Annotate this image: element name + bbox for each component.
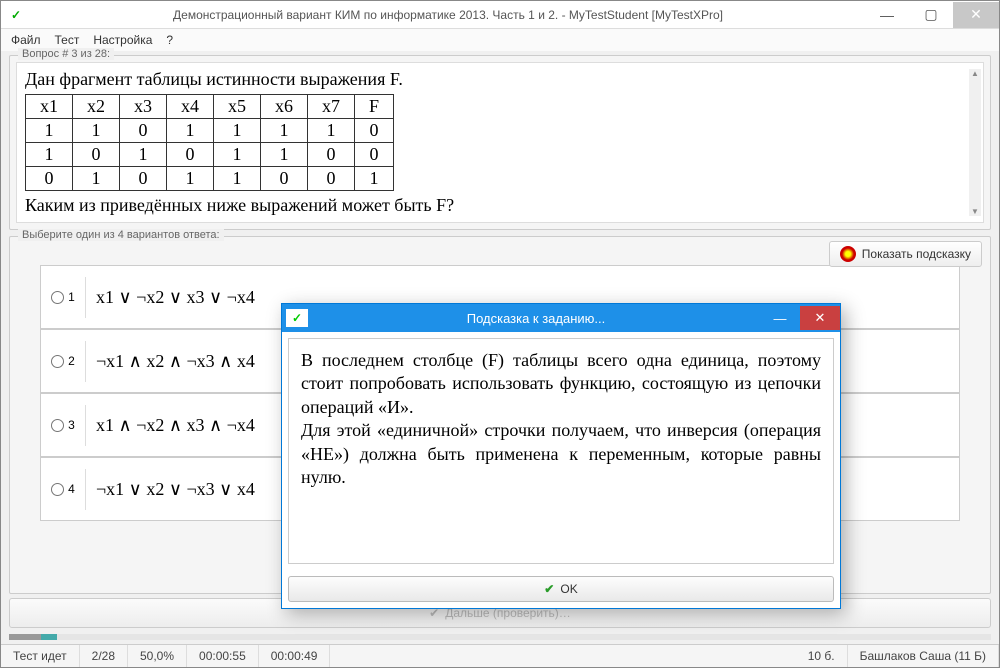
table-cell: 1 xyxy=(120,143,167,167)
answer-radio-cell: 2 xyxy=(41,354,85,368)
minimize-button[interactable]: — xyxy=(865,2,909,28)
table-cell: 1 xyxy=(26,119,73,143)
table-cell: 1 xyxy=(167,119,214,143)
hint-label: Показать подсказку xyxy=(862,247,971,261)
question-content: Дан фрагмент таблицы истинности выражени… xyxy=(16,62,984,223)
hint-dialog: ✓ Подсказка к заданию... — ✕ В последнем… xyxy=(281,303,841,609)
titlebar: ✓ Демонстрационный вариант КИМ по информ… xyxy=(1,1,999,29)
table-row: 10101100 xyxy=(26,143,394,167)
table-cell: 0 xyxy=(261,167,308,191)
menu-test[interactable]: Тест xyxy=(55,33,80,47)
table-cell: 1 xyxy=(308,119,355,143)
answer-radio[interactable] xyxy=(51,419,64,432)
question-outro: Каким из приведённых ниже выражений може… xyxy=(25,195,975,216)
dialog-title: Подсказка к заданию... xyxy=(312,311,760,326)
table-header: x5 xyxy=(214,95,261,119)
ok-label: OK xyxy=(560,582,577,596)
scrollbar-vertical[interactable] xyxy=(969,69,981,216)
table-cell: 0 xyxy=(308,143,355,167)
dialog-titlebar: ✓ Подсказка к заданию... — ✕ xyxy=(282,304,840,332)
answers-label: Выберите один из 4 вариантов ответа: xyxy=(18,229,224,241)
answer-number: 1 xyxy=(68,290,75,304)
answer-number: 3 xyxy=(68,418,75,432)
table-header: x6 xyxy=(261,95,308,119)
table-cell: 0 xyxy=(120,119,167,143)
menu-settings[interactable]: Настройка xyxy=(93,33,152,47)
menu-file[interactable]: Файл xyxy=(11,33,41,47)
status-bar: Тест идет 2/28 50,0% 00:00:55 00:00:49 1… xyxy=(1,644,999,667)
question-intro: Дан фрагмент таблицы истинности выражени… xyxy=(25,69,975,90)
table-cell: 1 xyxy=(73,119,120,143)
table-cell: 0 xyxy=(26,167,73,191)
status-user: Башлаков Саша (11 Б) xyxy=(848,645,999,667)
answer-radio-cell: 4 xyxy=(41,482,85,496)
status-state: Тест идет xyxy=(1,645,80,667)
table-cell: 0 xyxy=(308,167,355,191)
answer-radio[interactable] xyxy=(51,291,64,304)
status-percent: 50,0% xyxy=(128,645,187,667)
window-title: Демонстрационный вариант КИМ по информат… xyxy=(31,8,865,22)
table-header: x2 xyxy=(73,95,120,119)
progress-current xyxy=(41,634,57,640)
progress-done xyxy=(9,634,41,640)
truth-table: x1x2x3x4x5x6x7F 110111101010110001011001 xyxy=(25,94,394,191)
answer-number: 4 xyxy=(68,482,75,496)
answer-radio[interactable] xyxy=(51,483,64,496)
table-cell: 0 xyxy=(355,119,394,143)
progress-bar xyxy=(9,634,991,640)
app-icon: ✓ xyxy=(7,6,25,24)
main-window: ✓ Демонстрационный вариант КИМ по информ… xyxy=(0,0,1000,668)
table-cell: 1 xyxy=(261,143,308,167)
answer-radio-cell: 1 xyxy=(41,290,85,304)
maximize-button[interactable]: ▢ xyxy=(909,2,953,28)
close-button[interactable]: ✕ xyxy=(953,2,999,28)
table-cell: 1 xyxy=(355,167,394,191)
table-row: 01011001 xyxy=(26,167,394,191)
table-cell: 1 xyxy=(73,167,120,191)
status-time1: 00:00:55 xyxy=(187,645,259,667)
table-header: x4 xyxy=(167,95,214,119)
question-frame: Вопрос # 3 из 28: Дан фрагмент таблицы и… xyxy=(9,55,991,230)
hint-icon xyxy=(840,246,856,262)
hint-button[interactable]: Показать подсказку xyxy=(829,241,982,267)
table-cell: 1 xyxy=(167,167,214,191)
answer-number: 2 xyxy=(68,354,75,368)
table-cell: 1 xyxy=(214,119,261,143)
table-header: x1 xyxy=(26,95,73,119)
table-header: F xyxy=(355,95,394,119)
menu-help[interactable]: ? xyxy=(166,33,173,47)
dialog-minimize-button[interactable]: — xyxy=(760,306,800,330)
table-cell: 1 xyxy=(214,143,261,167)
answer-radio-cell: 3 xyxy=(41,418,85,432)
table-cell: 1 xyxy=(26,143,73,167)
dialog-body: В последнем столбце (F) таблицы всего од… xyxy=(288,338,834,564)
dialog-icon: ✓ xyxy=(286,309,308,327)
table-cell: 0 xyxy=(120,167,167,191)
table-header: x7 xyxy=(308,95,355,119)
table-cell: 1 xyxy=(214,167,261,191)
table-cell: 0 xyxy=(355,143,394,167)
table-header: x3 xyxy=(120,95,167,119)
status-score: 10 б. xyxy=(796,645,848,667)
window-controls: — ▢ ✕ xyxy=(865,2,999,28)
table-cell: 1 xyxy=(261,119,308,143)
status-time2: 00:00:49 xyxy=(259,645,331,667)
question-counter: Вопрос # 3 из 28: xyxy=(18,48,114,60)
hint-text-1: В последнем столбце (F) таблицы всего од… xyxy=(301,349,821,419)
menubar: Файл Тест Настройка ? xyxy=(1,29,999,51)
table-row: 11011110 xyxy=(26,119,394,143)
dialog-close-button[interactable]: ✕ xyxy=(800,306,840,330)
hint-text-2: Для этой «единичной» строчки получаем, ч… xyxy=(301,419,821,489)
answer-radio[interactable] xyxy=(51,355,64,368)
ok-check-icon: ✔ xyxy=(544,582,554,596)
ok-button[interactable]: ✔ OK xyxy=(288,576,834,602)
table-cell: 0 xyxy=(73,143,120,167)
table-cell: 0 xyxy=(167,143,214,167)
status-progress: 2/28 xyxy=(80,645,128,667)
